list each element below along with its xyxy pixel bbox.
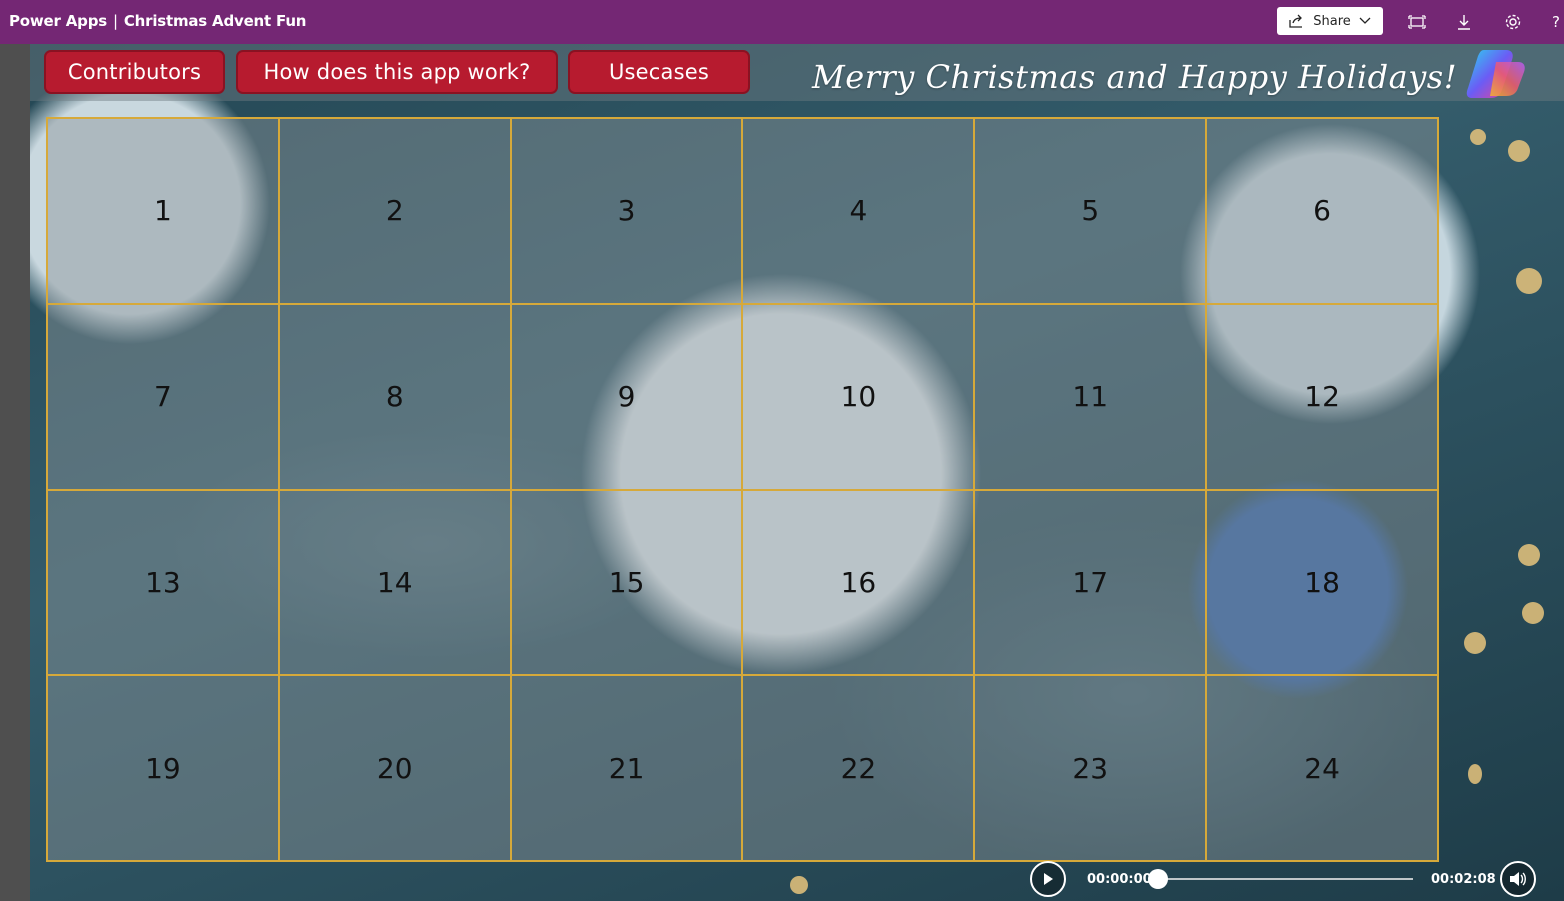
advent-day-3[interactable]: 3 xyxy=(510,118,743,304)
app-name: Power Apps xyxy=(9,12,107,30)
advent-day-16[interactable]: 16 xyxy=(742,489,975,676)
volume-icon xyxy=(1510,872,1526,886)
total-time: 00:02:08 xyxy=(1431,872,1496,887)
advent-day-19[interactable]: 19 xyxy=(47,675,279,861)
bokeh-light xyxy=(1468,764,1482,784)
how-it-works-button[interactable]: How does this app work? xyxy=(236,50,558,94)
app-title: Christmas Advent Fun xyxy=(123,12,307,30)
bokeh-light xyxy=(1522,602,1544,624)
bokeh-light xyxy=(1518,544,1540,566)
advent-day-11[interactable]: 11 xyxy=(974,303,1207,490)
play-icon xyxy=(1044,873,1053,885)
advent-day-21[interactable]: 21 xyxy=(510,675,743,861)
advent-day-6[interactable]: 6 xyxy=(1206,118,1438,304)
advent-day-15[interactable]: 15 xyxy=(510,489,743,676)
advent-day-17[interactable]: 17 xyxy=(974,489,1207,676)
advent-day-24[interactable]: 24 xyxy=(1206,675,1438,861)
advent-day-2[interactable]: 2 xyxy=(278,118,511,304)
advent-day-7[interactable]: 7 xyxy=(47,303,279,490)
advent-day-20[interactable]: 20 xyxy=(278,675,511,861)
app-top-bar: Power Apps | Christmas Advent Fun Share ? xyxy=(0,0,1564,44)
bokeh-light xyxy=(1508,140,1530,162)
title-separator: | xyxy=(112,12,118,30)
advent-day-14[interactable]: 14 xyxy=(278,489,511,676)
bokeh-light xyxy=(790,876,808,894)
advent-day-4[interactable]: 4 xyxy=(742,118,975,304)
seek-thumb[interactable] xyxy=(1148,869,1168,889)
settings-icon[interactable] xyxy=(1500,9,1526,35)
holiday-greeting: Merry Christmas and Happy Holidays! xyxy=(812,58,1458,96)
advent-day-8[interactable]: 8 xyxy=(278,303,511,490)
app-canvas: Contributors How does this app work? Use… xyxy=(30,44,1564,901)
current-time: 00:00:00 xyxy=(1087,872,1152,887)
copilot-icon[interactable] xyxy=(1466,44,1530,102)
fit-to-window-icon[interactable] xyxy=(1404,9,1430,35)
left-gutter xyxy=(0,44,30,901)
bokeh-light xyxy=(1470,129,1486,145)
advent-day-9[interactable]: 9 xyxy=(510,303,743,490)
advent-calendar-grid: 1 2 3 4 5 6 7 8 9 10 11 12 13 14 15 16 17 18 19 20 21 22 23 24 xyxy=(46,117,1439,862)
advent-day-10[interactable]: 10 xyxy=(742,303,975,490)
advent-day-18[interactable]: 18 xyxy=(1206,489,1438,676)
volume-button[interactable] xyxy=(1500,861,1536,897)
contributors-button[interactable]: Contributors xyxy=(44,50,225,94)
usecases-button[interactable]: Usecases xyxy=(568,50,750,94)
chevron-down-icon xyxy=(1359,17,1371,24)
play-button[interactable] xyxy=(1030,861,1066,897)
bokeh-light xyxy=(1464,632,1486,654)
advent-day-1[interactable]: 1 xyxy=(47,118,279,304)
advent-day-13[interactable]: 13 xyxy=(47,489,279,676)
seek-track[interactable] xyxy=(1157,878,1413,880)
advent-day-23[interactable]: 23 xyxy=(974,675,1207,861)
share-label: Share xyxy=(1313,13,1351,29)
help-icon[interactable]: ? xyxy=(1550,9,1564,35)
share-icon xyxy=(1289,14,1303,28)
svg-text:?: ? xyxy=(1552,13,1560,31)
share-button[interactable]: Share xyxy=(1277,7,1383,35)
download-icon[interactable] xyxy=(1451,9,1477,35)
advent-day-5[interactable]: 5 xyxy=(974,118,1207,304)
audio-player: 00:00:00 00:02:08 xyxy=(1030,859,1564,901)
advent-day-22[interactable]: 22 xyxy=(742,675,975,861)
bokeh-light xyxy=(1516,268,1542,294)
window-title: Power Apps | Christmas Advent Fun xyxy=(9,12,306,30)
advent-day-12[interactable]: 12 xyxy=(1206,303,1438,490)
